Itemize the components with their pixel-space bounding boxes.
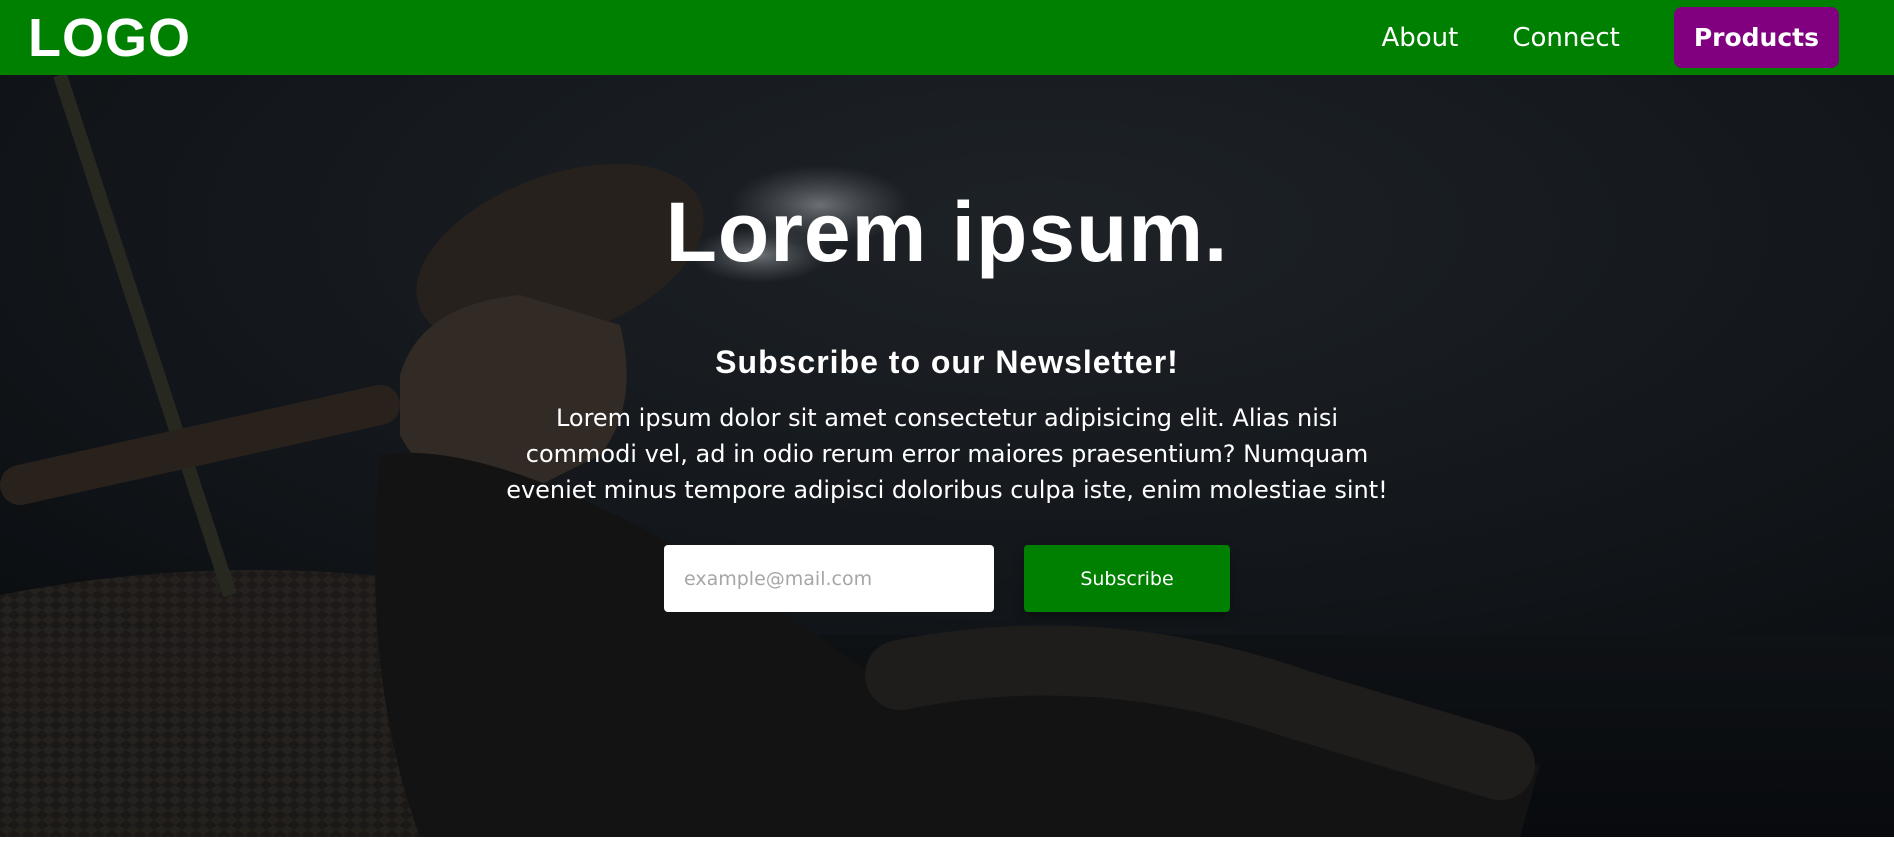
nav-links: About Connect Products bbox=[1327, 7, 1839, 68]
hero-content: Lorem ipsum. Subscribe to our Newsletter… bbox=[0, 75, 1894, 837]
hero-section: Lorem ipsum. Subscribe to our Newsletter… bbox=[0, 75, 1894, 837]
newsletter-heading: Subscribe to our Newsletter! bbox=[715, 344, 1179, 380]
hero-title: Lorem ipsum. bbox=[665, 185, 1229, 279]
subscribe-button[interactable]: Subscribe bbox=[1024, 545, 1230, 612]
products-button[interactable]: Products bbox=[1673, 7, 1839, 68]
newsletter-description: Lorem ipsum dolor sit amet consectetur a… bbox=[506, 404, 1388, 504]
email-input[interactable] bbox=[664, 545, 994, 612]
nav-link-connect[interactable]: Connect bbox=[1512, 23, 1620, 53]
nav-link-about[interactable]: About bbox=[1381, 23, 1458, 53]
top-navbar: LOGO About Connect Products bbox=[0, 0, 1894, 75]
logo[interactable]: LOGO bbox=[28, 11, 191, 65]
